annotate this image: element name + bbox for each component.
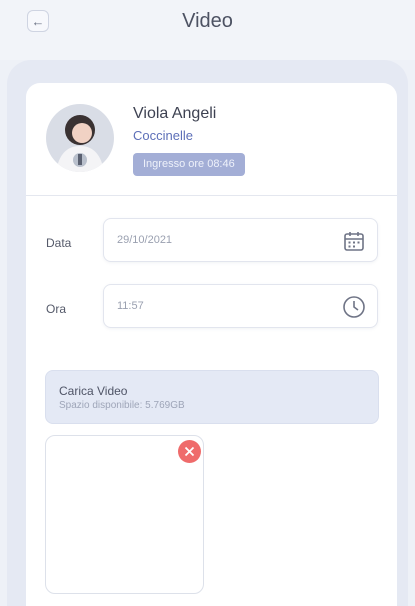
date-field[interactable]: 29/10/2021 [103, 218, 378, 262]
available-space: Spazio disponibile: 5.769GB [59, 400, 185, 411]
time-field[interactable]: 11:57 [103, 284, 378, 328]
student-group: Coccinelle [133, 128, 193, 143]
date-value: 29/10/2021 [117, 234, 173, 246]
close-icon [184, 446, 195, 457]
remove-video-button[interactable] [178, 440, 201, 463]
upload-title: Carica Video [59, 384, 128, 398]
top-bar: ← Video [0, 0, 415, 60]
page-title: Video [182, 10, 233, 32]
calendar-icon[interactable] [342, 229, 366, 253]
video-card: Viola Angeli Coccinelle Ingresso ore 08:… [26, 83, 397, 606]
entry-badge: Ingresso ore 08:46 [133, 153, 245, 176]
time-value: 11:57 [117, 300, 144, 312]
date-label: Data [46, 236, 72, 250]
clock-icon[interactable] [342, 295, 366, 319]
student-profile: Viola Angeli Coccinelle Ingresso ore 08:… [26, 83, 397, 196]
avatar [46, 104, 114, 172]
upload-video-button[interactable]: Carica Video Spazio disponibile: 5.769GB [45, 370, 379, 424]
student-name: Viola Angeli [133, 105, 217, 122]
time-label: Ora [46, 302, 67, 316]
